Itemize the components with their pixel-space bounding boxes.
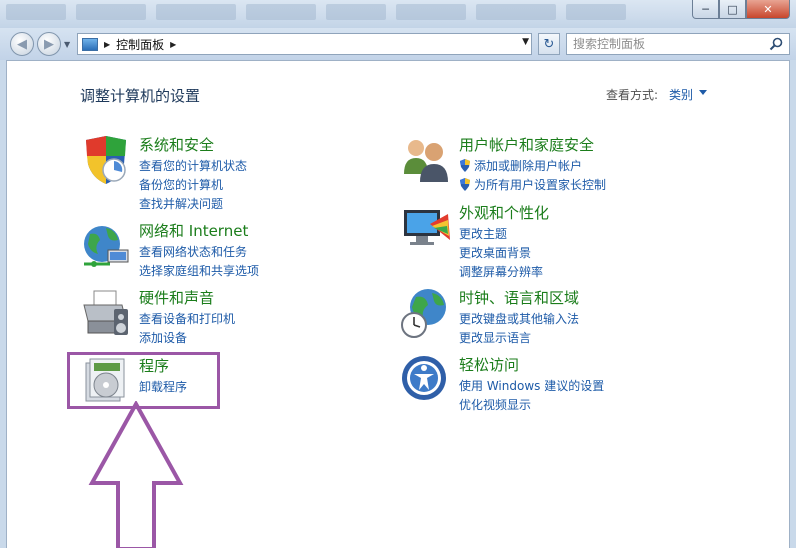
task-link[interactable]: 调整屏幕分辨率 xyxy=(459,262,543,281)
task-link[interactable]: 添加设备 xyxy=(139,328,235,347)
uac-shield-icon xyxy=(460,159,470,172)
task-link[interactable]: 查看网络状态和任务 xyxy=(139,242,259,261)
view-mode-dropdown[interactable]: 类别 xyxy=(669,86,693,103)
search-box[interactable] xyxy=(566,33,790,55)
category-title[interactable]: 外观和个性化 xyxy=(459,202,549,223)
category-title[interactable]: 轻松访问 xyxy=(459,354,519,375)
refresh-icon: ↻ xyxy=(543,36,555,52)
shield-icon[interactable] xyxy=(80,134,132,186)
task-link-label: 添加或删除用户帐户 xyxy=(474,159,583,173)
content-pane: 调整计算机的设置 查看方式: 类别 系统和安全 查看您的计算机状态 备份您的计算… xyxy=(6,60,790,548)
minimize-button[interactable]: ─ xyxy=(692,0,719,19)
window-border xyxy=(790,60,796,548)
refresh-button[interactable]: ↻ xyxy=(538,33,560,55)
globe-clock-icon[interactable] xyxy=(400,287,452,339)
task-link[interactable]: 添加或删除用户帐户 xyxy=(459,156,606,175)
task-link[interactable]: 备份您的计算机 xyxy=(139,175,247,194)
search-input[interactable] xyxy=(573,37,763,51)
category-title[interactable]: 硬件和声音 xyxy=(139,287,214,308)
page-title: 调整计算机的设置 xyxy=(80,87,201,105)
maximize-button[interactable]: □ xyxy=(719,0,746,19)
category-title[interactable]: 用户帐户和家庭安全 xyxy=(459,134,594,155)
category-title[interactable]: 系统和安全 xyxy=(139,134,214,155)
task-link-label: 为所有用户设置家长控制 xyxy=(474,178,607,192)
view-mode-label: 查看方式: xyxy=(606,88,659,102)
task-link[interactable]: 优化视频显示 xyxy=(459,395,604,414)
task-link[interactable]: 更改主题 xyxy=(459,224,543,243)
up-arrow-annotation xyxy=(88,401,184,548)
appearance-icon[interactable] xyxy=(400,202,452,254)
category-title[interactable]: 网络和 Internet xyxy=(139,220,248,241)
task-link[interactable]: 为所有用户设置家长控制 xyxy=(459,175,606,194)
taskbar-blur xyxy=(0,4,690,24)
control-panel-icon xyxy=(82,37,98,51)
task-link[interactable]: 更改桌面背景 xyxy=(459,243,543,262)
window-controls: ─ □ ✕ xyxy=(692,0,790,20)
navigation-bar: ◀ ▶ ▼ ▶ 控制面板 ▶ ▼ ↻ xyxy=(0,28,796,60)
uac-shield-icon xyxy=(460,178,470,191)
task-link[interactable]: 查看设备和打印机 xyxy=(139,309,235,328)
recent-pages-chevron-icon[interactable]: ▼ xyxy=(64,40,70,49)
task-link[interactable]: 更改键盘或其他输入法 xyxy=(459,309,579,328)
search-icon[interactable] xyxy=(769,37,783,51)
users-icon[interactable] xyxy=(400,134,452,186)
task-link[interactable]: 选择家庭组和共享选项 xyxy=(139,261,259,280)
forward-button[interactable]: ▶ xyxy=(37,32,61,56)
task-link[interactable]: 使用 Windows 建议的设置 xyxy=(459,376,604,395)
task-link[interactable]: 查找并解决问题 xyxy=(139,194,247,213)
breadcrumb-chevron-icon[interactable]: ▶ xyxy=(104,40,110,49)
address-bar[interactable]: ▶ 控制面板 ▶ ▼ xyxy=(77,33,532,55)
network-icon[interactable] xyxy=(80,220,132,272)
title-bar: ─ □ ✕ xyxy=(0,0,796,28)
task-link[interactable]: 查看您的计算机状态 xyxy=(139,156,247,175)
view-mode-chevron-icon[interactable] xyxy=(699,90,707,95)
task-link[interactable]: 更改显示语言 xyxy=(459,328,579,347)
breadcrumb-control-panel[interactable]: 控制面板 xyxy=(116,36,164,53)
breadcrumb-chevron-icon[interactable]: ▶ xyxy=(170,40,176,49)
back-button[interactable]: ◀ xyxy=(10,32,34,56)
ease-of-access-icon[interactable] xyxy=(400,354,452,406)
printer-icon[interactable] xyxy=(80,287,132,339)
address-dropdown-icon[interactable]: ▼ xyxy=(522,37,529,47)
category-title[interactable]: 时钟、语言和区域 xyxy=(459,287,579,308)
close-button[interactable]: ✕ xyxy=(746,0,790,19)
